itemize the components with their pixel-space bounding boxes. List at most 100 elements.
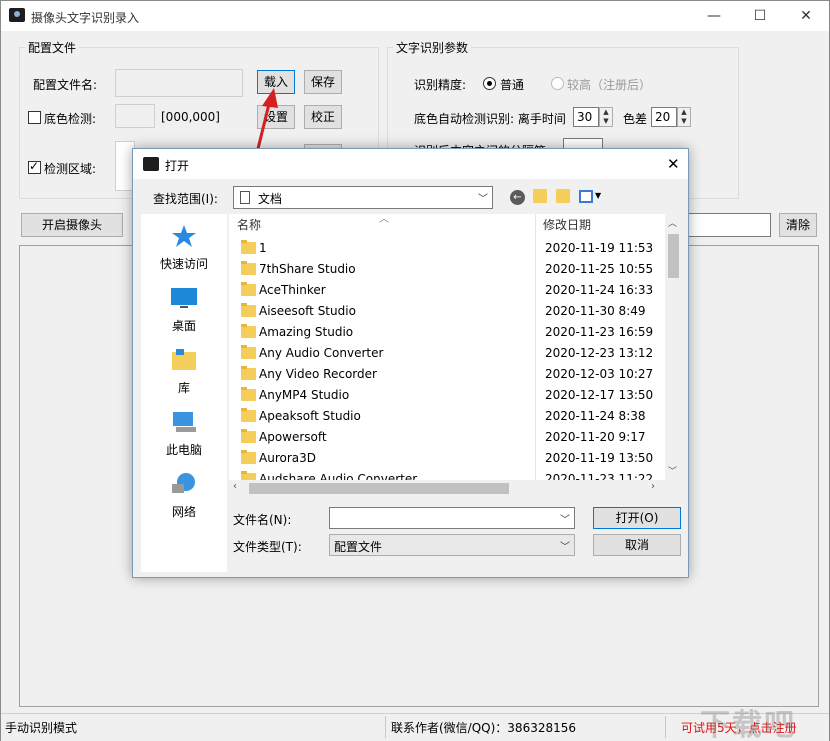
normal-radio[interactable] xyxy=(483,77,496,90)
folder-icon xyxy=(241,429,256,443)
scroll-down-icon[interactable]: ﹀ xyxy=(668,464,677,477)
place-desktop[interactable]: 桌面 xyxy=(141,286,227,334)
cancel-button[interactable]: 取消 xyxy=(593,534,681,556)
camera-icon xyxy=(143,157,159,171)
dialog-close-button[interactable]: ✕ xyxy=(667,155,680,173)
auto-detect-label: 底色自动检测识别: 离手时间 xyxy=(414,112,566,126)
scroll-right-icon[interactable]: › xyxy=(651,481,655,492)
maximize-button[interactable]: ☐ xyxy=(737,1,783,31)
camera-icon xyxy=(9,8,25,22)
title-bar: 摄像头文字识别录入 — ☐ ✕ xyxy=(1,1,829,31)
look-in-combo[interactable]: 文档 ﹀ xyxy=(233,186,493,209)
calibrate-button[interactable]: 校正 xyxy=(304,105,342,129)
filetype-value: 配置文件 xyxy=(334,540,383,554)
dialog-title: 打开 xyxy=(165,159,190,173)
place-network[interactable]: 网络 xyxy=(141,472,227,520)
computer-icon xyxy=(173,412,196,432)
mode-status: 手动识别模式 xyxy=(5,721,78,735)
filetype-select[interactable]: 配置文件 ﹀ xyxy=(329,534,575,556)
folder-icon xyxy=(241,387,256,401)
status-divider xyxy=(385,716,386,738)
config-name-field[interactable] xyxy=(115,69,243,97)
watermark: 下载吧 xyxy=(700,708,796,741)
scroll-left-icon[interactable]: ‹ xyxy=(233,481,237,492)
close-button[interactable]: ✕ xyxy=(783,1,829,31)
detect-area-checkbox[interactable] xyxy=(28,159,41,174)
bg-detect-label: 底色检测: xyxy=(44,112,97,126)
vertical-scrollbar[interactable]: ︿ ﹀ xyxy=(665,214,683,480)
library-icon xyxy=(172,349,196,370)
h-scroll-thumb[interactable] xyxy=(249,483,509,494)
look-in-value: 文档 xyxy=(258,192,283,206)
desktop-icon xyxy=(171,288,197,308)
file-row[interactable]: 1 2020-11-19 11:53 xyxy=(229,238,665,259)
filetype-label: 文件类型(T): xyxy=(233,540,302,554)
bg-detect-checkbox[interactable] xyxy=(28,111,41,124)
open-file-dialog: 打开 ✕ 查找范围(I): 文档 ﹀ ← ▼ 快速访问 桌面 库 此电脑 网络 xyxy=(132,148,689,578)
minimize-button[interactable]: — xyxy=(691,1,737,31)
folder-icon xyxy=(241,240,256,254)
folder-icon xyxy=(241,282,256,296)
clear-button[interactable]: 清除 xyxy=(779,213,817,237)
places-bar: 快速访问 桌面 库 此电脑 网络 xyxy=(141,214,227,572)
scroll-up-icon[interactable]: ︿ xyxy=(668,216,677,229)
horizontal-scrollbar[interactable]: ‹ › xyxy=(229,480,683,497)
folder-icon xyxy=(241,366,256,380)
view-dropdown-icon[interactable]: ▼ xyxy=(595,191,601,200)
file-row[interactable]: Aiseesoft Studio 2020-11-30 8:49 xyxy=(229,301,665,322)
chevron-down-icon: ﹀ xyxy=(478,194,488,205)
up-folder-icon[interactable] xyxy=(533,189,547,203)
bg-color-field xyxy=(115,104,155,128)
scroll-thumb[interactable] xyxy=(668,234,679,278)
place-label: 桌面 xyxy=(171,319,196,333)
config-name-label: 配置文件名: xyxy=(33,78,98,92)
window-title: 摄像头文字识别录入 xyxy=(31,11,140,25)
place-quick-access[interactable]: 快速访问 xyxy=(141,224,227,272)
file-row[interactable]: Apowersoft 2020-11-20 9:17 xyxy=(229,427,665,448)
dialog-title-bar: 打开 ✕ xyxy=(133,149,688,179)
open-button[interactable]: 打开(O) xyxy=(593,507,681,529)
look-in-label: 查找范围(I): xyxy=(153,192,218,206)
star-icon xyxy=(172,225,196,247)
high-radio[interactable] xyxy=(551,77,564,90)
file-list: 名称 ︿ 修改日期 1 2020-11-19 11:53 7thShare Stu… xyxy=(229,214,683,497)
folder-icon xyxy=(241,261,256,275)
back-icon[interactable]: ← xyxy=(510,190,525,205)
place-label: 此电脑 xyxy=(165,443,202,457)
save-button[interactable]: 保存 xyxy=(304,70,342,94)
file-row[interactable]: 7thShare Studio 2020-11-25 10:55 xyxy=(229,259,665,280)
hand-time-input[interactable]: 30 xyxy=(573,107,599,127)
folder-icon xyxy=(241,345,256,359)
filename-input[interactable]: ﹀ xyxy=(329,507,575,529)
network-icon xyxy=(172,473,195,493)
file-row[interactable]: Aurora3D 2020-11-19 13:50 xyxy=(229,448,665,469)
file-row[interactable]: AnyMP4 Studio 2020-12-17 13:50 xyxy=(229,385,665,406)
folder-icon xyxy=(241,450,256,464)
high-option-label: 较高（注册后） xyxy=(567,78,652,92)
filename-label: 文件名(N): xyxy=(233,513,292,527)
file-row[interactable]: Apeaksoft Studio 2020-11-24 8:38 xyxy=(229,406,665,427)
folder-icon xyxy=(241,303,256,317)
start-camera-button[interactable]: 开启摄像头 xyxy=(21,213,123,237)
place-label: 库 xyxy=(177,381,190,395)
color-diff-input[interactable]: 20 xyxy=(651,107,677,127)
column-header-date[interactable]: 修改日期 xyxy=(543,214,591,236)
chevron-down-icon: ﹀ xyxy=(560,515,570,526)
place-this-pc[interactable]: 此电脑 xyxy=(141,410,227,458)
file-row[interactable]: Any Audio Converter 2020-12-23 13:12 xyxy=(229,343,665,364)
color-diff-spinner[interactable]: ▲ ▼ xyxy=(677,107,691,127)
file-row[interactable]: Amazing Studio 2020-11-23 16:59 xyxy=(229,322,665,343)
precision-label: 识别精度: xyxy=(414,78,467,92)
new-folder-icon[interactable] xyxy=(556,189,570,203)
column-header-name[interactable]: 名称 xyxy=(237,214,261,236)
ocr-group-title: 文字识别参数 xyxy=(393,39,472,56)
place-label: 快速访问 xyxy=(159,257,208,271)
sort-up-icon: ︿ xyxy=(379,214,389,225)
folder-icon xyxy=(241,324,256,338)
file-row[interactable]: Any Video Recorder 2020-12-03 10:27 xyxy=(229,364,665,385)
file-row[interactable]: AceThinker 2020-11-24 16:33 xyxy=(229,280,665,301)
view-menu-icon[interactable] xyxy=(579,190,593,203)
place-library[interactable]: 库 xyxy=(141,348,227,396)
hand-time-spinner[interactable]: ▲ ▼ xyxy=(599,107,613,127)
place-label: 网络 xyxy=(171,505,196,519)
